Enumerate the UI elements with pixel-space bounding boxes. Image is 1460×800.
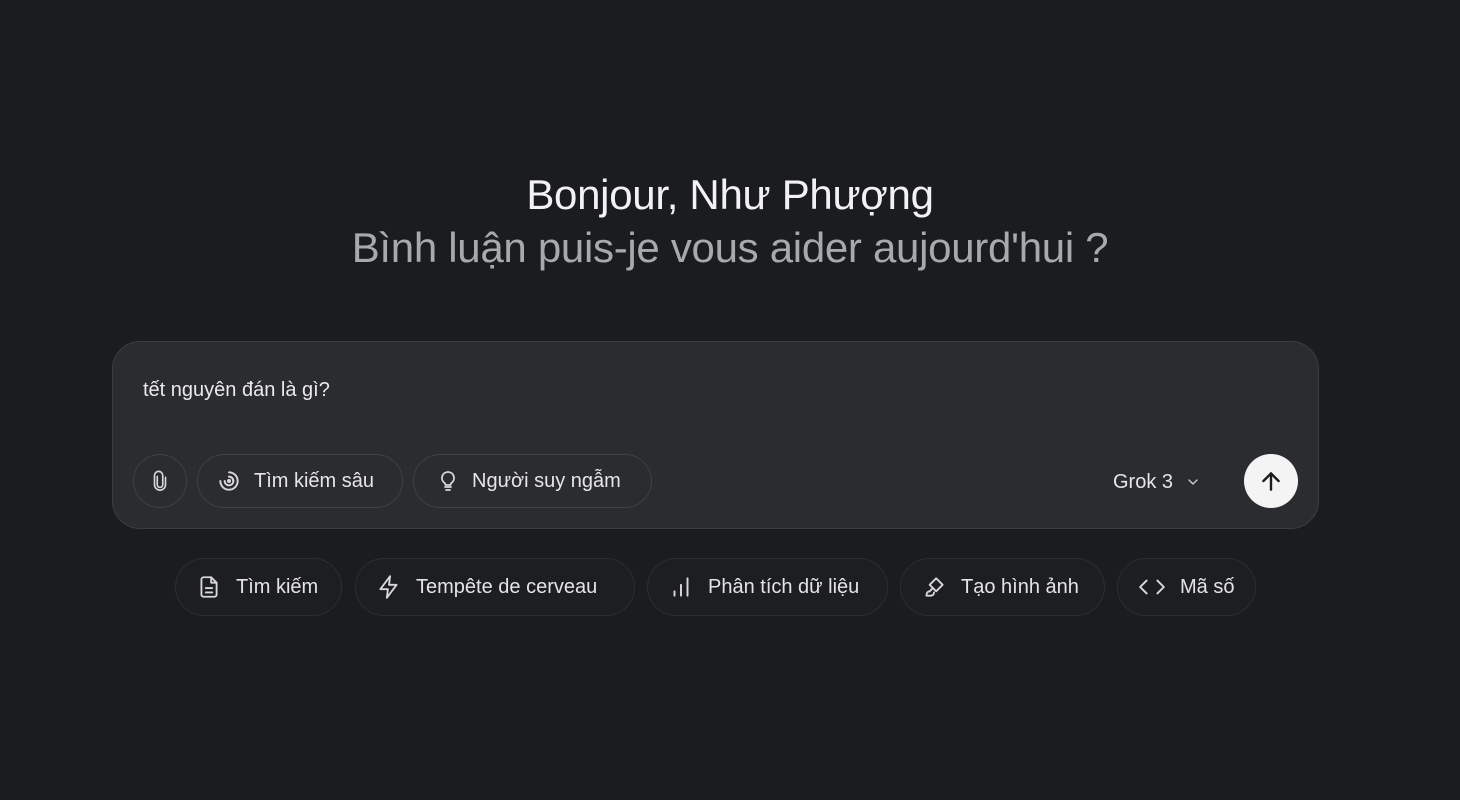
thinker-button[interactable]: Người suy ngẫm	[413, 454, 652, 508]
lightning-icon	[379, 575, 398, 599]
greeting-title: Bonjour, Như Phượng	[526, 171, 934, 218]
arrow-up-icon	[1262, 472, 1280, 491]
analyze-data-chip-label: Phân tích dữ liệu	[708, 575, 860, 598]
lightbulb-icon	[441, 471, 455, 491]
paintbrush-icon	[925, 577, 944, 597]
deep-search-button[interactable]: Tìm kiếm sâu	[197, 454, 403, 508]
create-image-chip-label: Tạo hình ảnh	[961, 575, 1079, 598]
paperclip-icon	[153, 470, 167, 491]
attach-button[interactable]	[133, 454, 187, 508]
create-image-chip[interactable]: Tạo hình ảnh	[900, 558, 1105, 616]
greeting-subtitle: Bình luận puis-je vous aider aujourd'hui…	[351, 224, 1109, 271]
search-chip[interactable]: Tìm kiếm	[175, 558, 342, 616]
model-selector[interactable]: Grok 3	[1113, 468, 1201, 496]
thinker-label: Người suy ngẫm	[472, 469, 621, 492]
document-icon	[200, 576, 218, 598]
analyze-data-chip[interactable]: Phân tích dữ liệu	[647, 558, 888, 616]
model-name: Grok 3	[1113, 470, 1174, 493]
code-chip[interactable]: Mã số	[1117, 558, 1256, 616]
code-chip-label: Mã số	[1180, 575, 1235, 598]
chevron-down-icon	[1188, 479, 1198, 485]
message-input[interactable]	[143, 376, 1243, 404]
spiral-icon	[219, 471, 239, 491]
bar-chart-icon	[673, 577, 689, 597]
deep-search-label: Tìm kiếm sâu	[254, 469, 375, 492]
composer: Tìm kiếm sâu Người suy ngẫm Grok 3	[112, 341, 1319, 529]
brainstorm-chip-label: Tempête de cerveau	[416, 575, 598, 598]
brainstorm-chip[interactable]: Tempête de cerveau	[355, 558, 635, 616]
code-brackets-icon	[1139, 579, 1165, 595]
page: Bonjour, Như Phượng Bình luận puis-je vo…	[0, 0, 1460, 800]
suggestion-chips: Tìm kiếm Tempête de cerveau Phân tích dữ…	[0, 558, 1460, 618]
send-button[interactable]	[1244, 454, 1298, 508]
search-chip-label: Tìm kiếm	[236, 575, 319, 598]
